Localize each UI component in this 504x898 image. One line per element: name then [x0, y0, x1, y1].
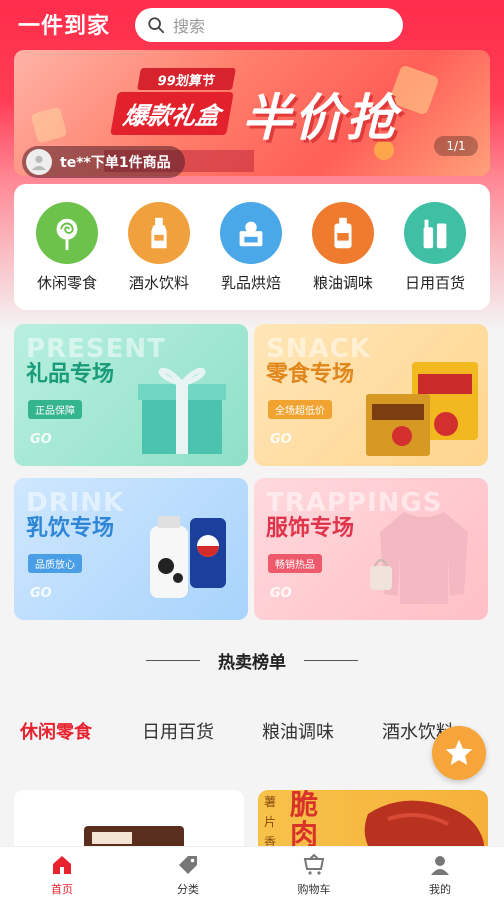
zone-go: GO — [30, 432, 52, 447]
gift-box-image — [138, 367, 226, 454]
zone-snack[interactable]: SNACK 零食专场 全场超低价 GO — [254, 324, 488, 466]
category-card: 休闲零食 酒水饮料 乳品烘焙 粮油调味 日用百货 — [14, 184, 490, 310]
search-icon — [148, 17, 165, 34]
product-big-char: 脆 — [290, 790, 319, 821]
zone-go: GO — [270, 586, 292, 601]
banner-headline: 半价抢 — [242, 89, 398, 147]
zone-go: GO — [270, 432, 292, 447]
product-big-text: 脆 肉 — [290, 790, 324, 850]
cart-icon — [274, 853, 354, 877]
zone-gift[interactable]: PRESENT 礼品专场 正品保障 GO — [14, 324, 248, 466]
nav-label: 我的 — [429, 883, 451, 896]
snack-package-image — [366, 362, 478, 456]
category-snacks[interactable]: 休闲零食 — [22, 202, 112, 293]
divider — [304, 659, 358, 661]
divider — [146, 659, 200, 661]
hot-section-header: 热卖榜单 — [0, 648, 504, 673]
bottle-icon — [128, 202, 190, 264]
order-ticker: te**下单1件商品 — [22, 146, 185, 178]
zone-badge: 畅销热品 — [268, 554, 322, 573]
banner-subtitle: 爆款礼盒 — [110, 92, 234, 135]
banner-tag: 99划算节 — [137, 68, 236, 90]
nav-label: 首页 — [51, 883, 73, 896]
zone-badge: 全场超低价 — [268, 400, 332, 419]
zone-title: 乳饮专场 — [26, 516, 115, 541]
tab-snacks[interactable]: 休闲零食 — [20, 718, 92, 744]
hot-section-title: 热卖榜单 — [218, 652, 286, 673]
favorite-star-button[interactable] — [432, 726, 486, 780]
category-grain-oil[interactable]: 粮油调味 — [298, 202, 388, 293]
zone-title: 零食专场 — [266, 362, 355, 387]
nav-cart[interactable]: 购物车 — [274, 853, 354, 897]
user-avatar-icon — [31, 155, 47, 171]
zone-go: GO — [30, 586, 52, 601]
category-label: 粮油调味 — [312, 274, 373, 292]
bakery-icon — [220, 202, 282, 264]
avatar — [26, 149, 52, 175]
toiletries-icon — [404, 202, 466, 264]
zone-drink[interactable]: DRINK 乳饮专场 品质放心 GO — [14, 478, 248, 620]
category-drinks[interactable]: 酒水饮料 — [114, 202, 204, 293]
category-label: 日用百货 — [404, 274, 465, 292]
search-placeholder: 搜索 — [173, 17, 206, 36]
category-daily-goods[interactable]: 日用百货 — [390, 202, 480, 293]
nav-home[interactable]: 首页 — [22, 853, 102, 897]
header: 一件到家 搜索 — [0, 0, 504, 50]
hot-tabs: 休闲零食 日用百货 粮油调味 酒水饮料 — [0, 718, 504, 748]
home-icon — [22, 853, 102, 877]
search-input[interactable]: 搜索 — [135, 8, 403, 42]
star-icon — [445, 739, 473, 765]
category-label: 休闲零食 — [36, 274, 97, 292]
zone-title: 服饰专场 — [266, 516, 355, 541]
zone-badge: 正品保障 — [28, 400, 82, 419]
category-label: 酒水饮料 — [128, 274, 189, 292]
order-ticker-text: te**下单1件商品 — [60, 155, 171, 171]
product-side-char: 片 — [264, 815, 277, 829]
tab-daily-goods[interactable]: 日用百货 — [142, 718, 214, 744]
zone-badge: 品质放心 — [28, 554, 82, 573]
nav-label: 购物车 — [297, 883, 331, 896]
product-side-char: 薯 — [264, 795, 277, 809]
lollipop-icon — [36, 202, 98, 264]
bottom-nav: 首页 分类 购物车 我的 — [0, 846, 504, 898]
zone-apparel[interactable]: TRAPPINGS 服饰专场 畅销热品 GO — [254, 478, 488, 620]
category-dairy-bakery[interactable]: 乳品烘焙 — [206, 202, 296, 293]
nav-label: 分类 — [177, 883, 199, 896]
tab-grain-oil[interactable]: 粮油调味 — [262, 718, 334, 744]
drink-bottle-image — [150, 516, 226, 598]
app-title: 一件到家 — [18, 14, 111, 39]
oil-icon — [312, 202, 374, 264]
tag-icon — [148, 853, 228, 877]
user-icon — [400, 853, 480, 877]
sweater-image — [370, 512, 468, 604]
category-label: 乳品烘焙 — [220, 274, 281, 292]
zone-title: 礼品专场 — [26, 362, 115, 387]
nav-profile[interactable]: 我的 — [400, 853, 480, 897]
product-side-text: 薯 片 香 — [264, 792, 284, 852]
nav-category[interactable]: 分类 — [148, 853, 228, 897]
banner-counter: 1/1 — [434, 136, 478, 156]
